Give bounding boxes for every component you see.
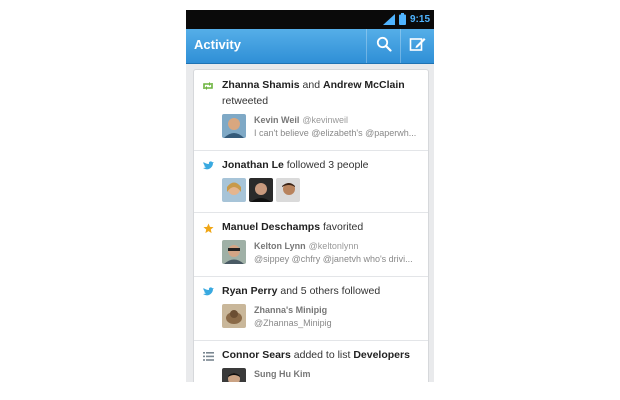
- tweet-author-name: Kevin Weil: [254, 115, 300, 125]
- avatar[interactable]: [222, 304, 246, 328]
- actor-name[interactable]: Zhanna Shamis: [222, 79, 300, 91]
- compose-button[interactable]: [400, 29, 434, 63]
- avatar[interactable]: [222, 240, 246, 264]
- activity-action: added to list: [293, 349, 351, 361]
- star-icon: [201, 221, 215, 235]
- list-name[interactable]: Developers: [353, 349, 410, 361]
- status-time: 9:15: [409, 14, 430, 25]
- profile-name: Zhanna's Minipig: [254, 305, 328, 315]
- phone-screen: 9:15 Activity Zhanna Shamis and Andrew M…: [186, 10, 434, 382]
- action-bar: Activity: [186, 29, 434, 64]
- activity-list: Zhanna Shamis and Andrew McClain retweet…: [193, 69, 429, 382]
- page-title: Activity: [194, 37, 241, 52]
- activity-item-retweet[interactable]: Zhanna Shamis and Andrew McClain retweet…: [194, 70, 428, 151]
- tweet-preview[interactable]: Kevin Weil @kevinweil I can't believe @el…: [222, 114, 424, 140]
- avatar[interactable]: [222, 114, 246, 138]
- activity-item-follow-group[interactable]: Ryan Perry and 5 others followed Zhanna'…: [194, 276, 428, 341]
- search-button[interactable]: [366, 29, 401, 63]
- activity-headline: Jonathan Le followed 3 people: [222, 159, 369, 171]
- tweet-author-name: Sung Hu Kim: [254, 369, 311, 379]
- twitter-bird-icon: [201, 159, 215, 173]
- activity-action: retweeted: [222, 95, 269, 107]
- list-icon: [201, 349, 215, 363]
- actor-name[interactable]: Connor Sears: [222, 349, 291, 361]
- activity-action: and 5 others followed: [280, 285, 381, 297]
- search-icon: [376, 36, 392, 56]
- activity-headline: Connor Sears added to list Developers: [222, 349, 410, 361]
- profile-handle: @Zhannas_Minipig: [254, 318, 332, 328]
- actor-name[interactable]: Ryan Perry: [222, 285, 277, 297]
- tweet-text: I can't believe @elizabeth's @paperwh...: [254, 128, 417, 138]
- activity-headline: Ryan Perry and 5 others followed: [222, 285, 380, 297]
- activity-item-favorite[interactable]: Manuel Deschamps favorited Kelton Lynn @k…: [194, 212, 428, 277]
- avatar[interactable]: [249, 178, 273, 202]
- tweet-preview[interactable]: Sung Hu Kim: [222, 368, 424, 382]
- activity-headline: Manuel Deschamps favorited: [222, 221, 363, 233]
- tweet-preview[interactable]: Kelton Lynn @keltonlynn @sippey @chfry @j…: [222, 240, 424, 266]
- tweet-text: @sippey @chfry @janetvh who's drivi...: [254, 254, 413, 264]
- activity-joiner: and: [302, 79, 321, 91]
- activity-item-follow[interactable]: Jonathan Le followed 3 people: [194, 150, 428, 213]
- followed-profile-preview[interactable]: Zhanna's Minipig @Zhannas_Minipig: [222, 304, 424, 330]
- actor-name[interactable]: Jonathan Le: [222, 159, 284, 171]
- compose-icon: [409, 35, 427, 57]
- tweet-author-handle: @kevinweil: [302, 115, 349, 125]
- tweet-author-name: Kelton Lynn: [254, 241, 306, 251]
- avatar[interactable]: [222, 178, 246, 202]
- followed-avatars: [222, 178, 300, 202]
- activity-action: favorited: [322, 221, 364, 233]
- activity-item-list[interactable]: Connor Sears added to list Developers Su…: [194, 340, 428, 382]
- avatar[interactable]: [222, 368, 246, 382]
- status-bar: 9:15: [186, 10, 434, 29]
- avatar[interactable]: [276, 178, 300, 202]
- retweet-icon: [201, 79, 215, 93]
- twitter-bird-icon: [201, 285, 215, 299]
- battery-icon: [398, 10, 406, 29]
- actor2-name[interactable]: Andrew McClain: [323, 79, 405, 91]
- actor-name[interactable]: Manuel Deschamps: [222, 221, 320, 233]
- signal-icon: [382, 10, 395, 29]
- activity-headline: Zhanna Shamis and Andrew McClain: [222, 79, 405, 91]
- activity-action: followed 3 people: [286, 159, 369, 171]
- tweet-author-handle: @keltonlynn: [308, 241, 359, 251]
